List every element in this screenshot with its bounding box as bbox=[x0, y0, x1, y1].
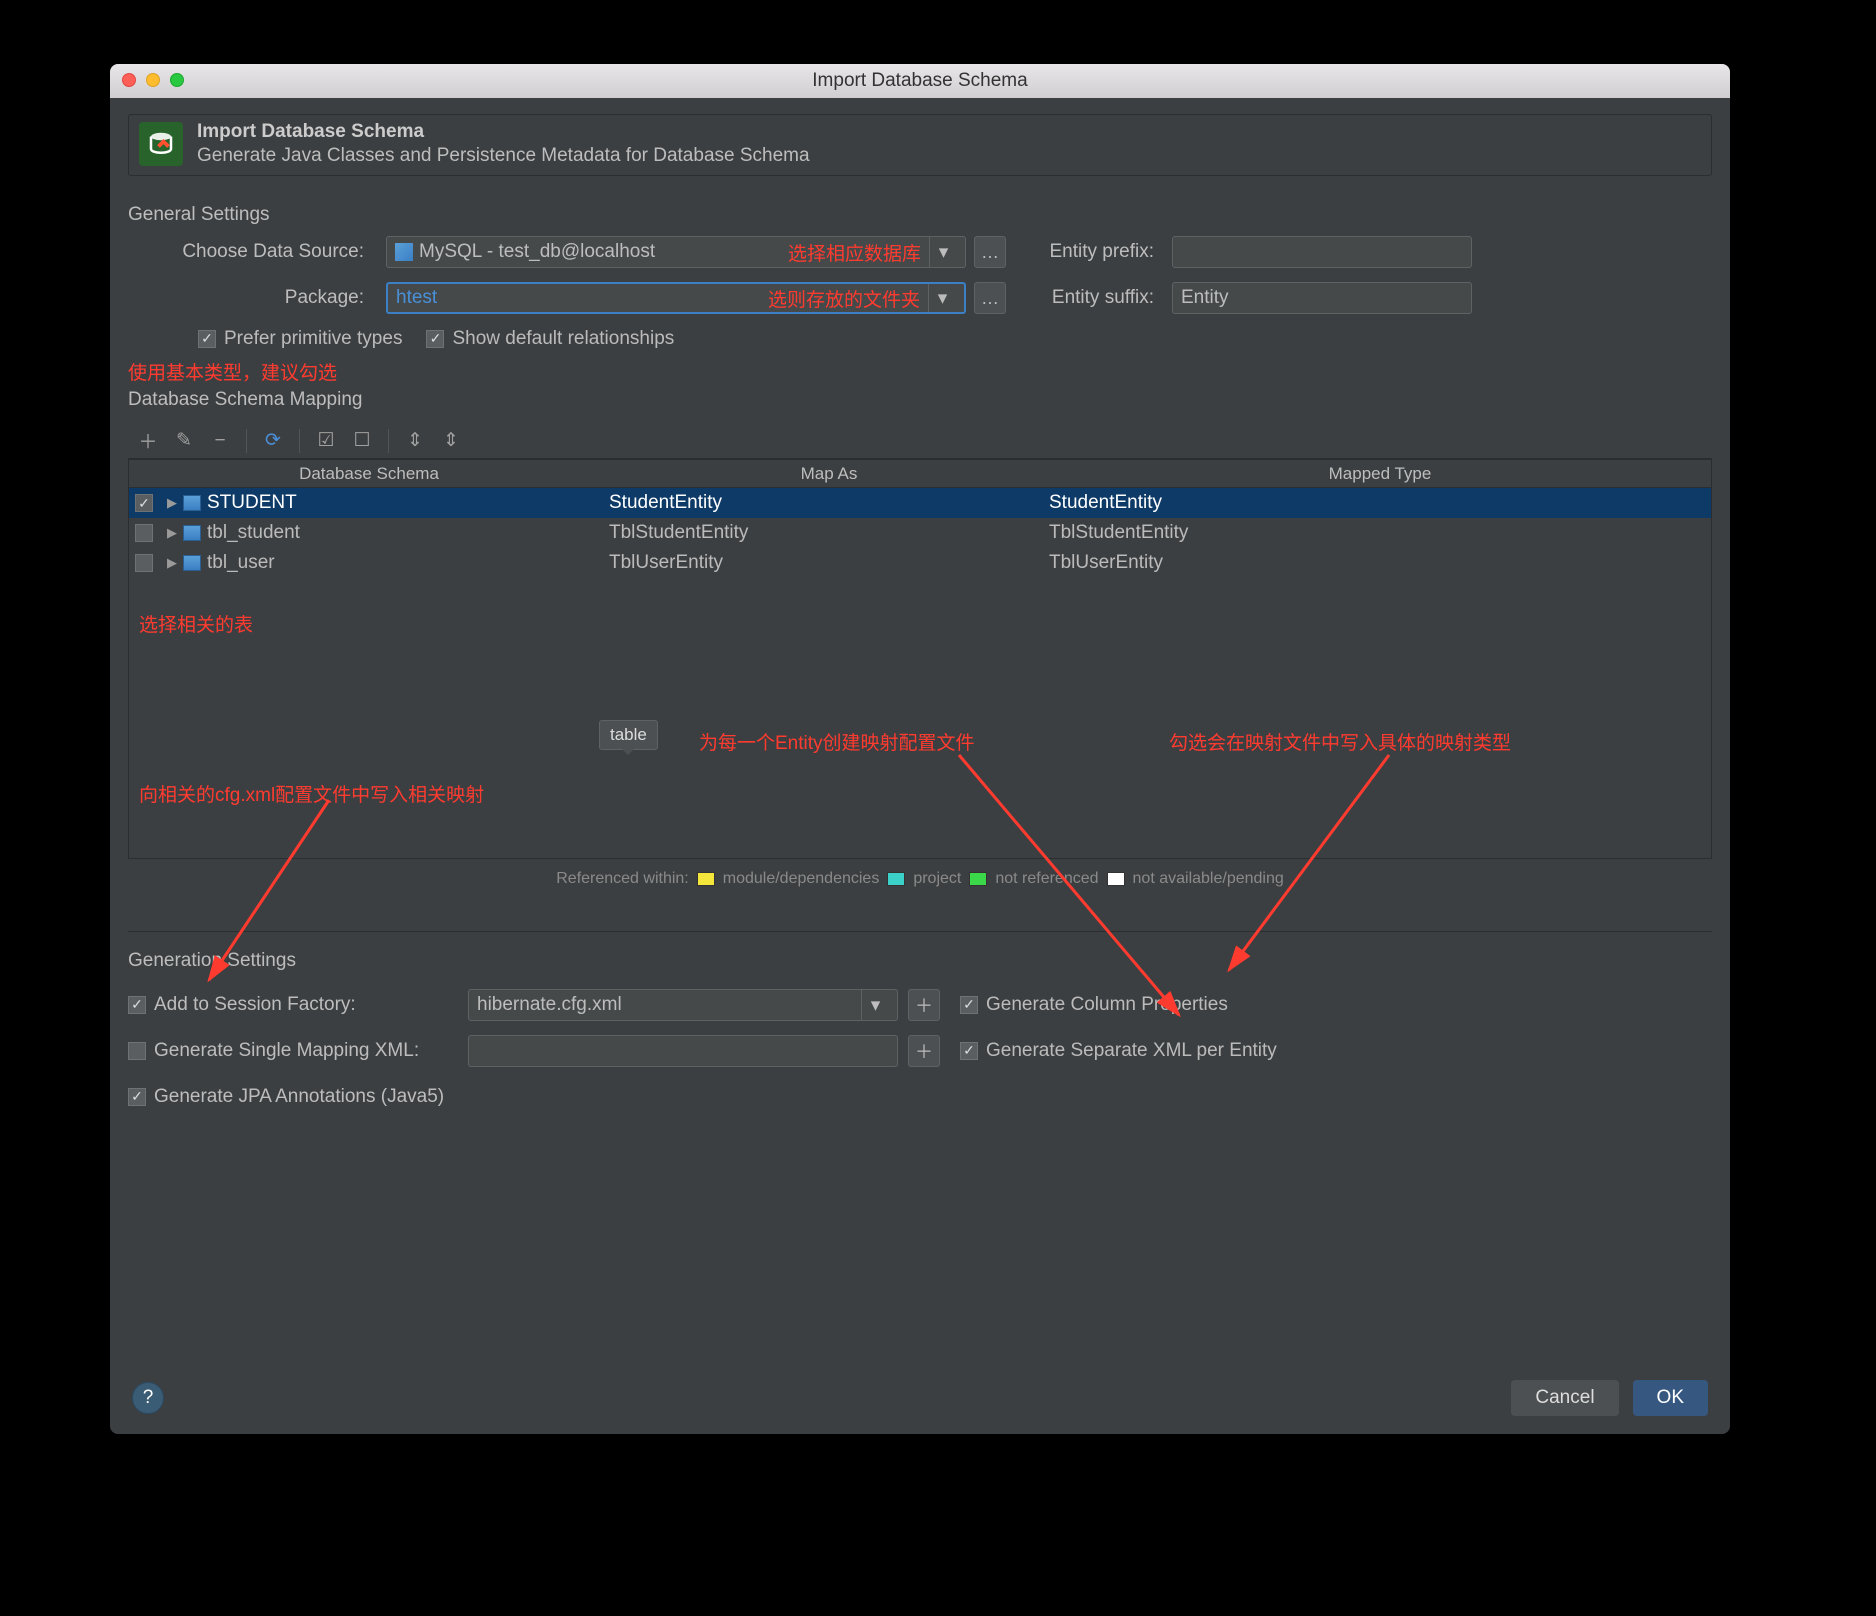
browse-datasource-button[interactable]: … bbox=[974, 236, 1006, 268]
col-mapas[interactable]: Map As bbox=[609, 464, 1049, 484]
entity-suffix-label: Entity suffix: bbox=[1014, 287, 1164, 309]
show-default-rel-checkbox[interactable]: Show default relationships bbox=[426, 328, 674, 350]
data-source-label: Choose Data Source: bbox=[128, 241, 378, 263]
package-value: htest bbox=[396, 287, 768, 309]
table-row[interactable]: ▶STUDENT StudentEntity StudentEntity bbox=[129, 488, 1711, 518]
checkbox-icon bbox=[128, 996, 146, 1014]
schema-table: Database Schema Map As Mapped Type ▶STUD… bbox=[128, 459, 1712, 859]
table-tooltip: table bbox=[599, 720, 658, 750]
database-import-icon bbox=[139, 122, 183, 166]
collapse-icon[interactable]: ⇕ bbox=[437, 427, 465, 455]
ok-button[interactable]: OK bbox=[1633, 1380, 1708, 1416]
expand-triangle-icon[interactable]: ▶ bbox=[167, 555, 177, 571]
single-xml-plus-button[interactable]: ＋ bbox=[908, 1035, 940, 1067]
general-settings-label: General Settings bbox=[128, 204, 1730, 226]
chevron-down-icon[interactable]: ▾ bbox=[928, 284, 956, 312]
row-checkbox[interactable] bbox=[135, 524, 153, 542]
checkbox-icon bbox=[128, 1088, 146, 1106]
row-checkbox[interactable] bbox=[135, 494, 153, 512]
prefer-primitive-checkbox[interactable]: Prefer primitive types bbox=[198, 328, 402, 350]
single-xml-input[interactable] bbox=[468, 1035, 898, 1067]
general-settings-form: Choose Data Source: MySQL - test_db@loca… bbox=[128, 236, 1712, 350]
data-source-value: MySQL - test_db@localhost bbox=[419, 241, 788, 263]
table-icon bbox=[183, 525, 201, 541]
deselect-all-icon[interactable]: ☐ bbox=[348, 427, 376, 455]
select-all-icon[interactable]: ☑ bbox=[312, 427, 340, 455]
browse-package-button[interactable]: … bbox=[974, 282, 1006, 314]
data-source-annotation: 选择相应数据库 bbox=[788, 239, 921, 266]
cfg-annotation: 向相关的cfg.xml配置文件中写入相关映射 bbox=[139, 780, 484, 807]
entity-prefix-input[interactable] bbox=[1172, 236, 1472, 268]
checkbox-icon bbox=[960, 996, 978, 1014]
package-annotation: 选则存放的文件夹 bbox=[768, 285, 920, 312]
add-session-plus-button[interactable]: ＋ bbox=[908, 989, 940, 1021]
checkbox-icon bbox=[426, 330, 444, 348]
primitive-annotation: 使用基本类型，建议勾选 bbox=[128, 358, 1730, 385]
zoom-icon[interactable] bbox=[170, 73, 184, 87]
expand-triangle-icon[interactable]: ▶ bbox=[167, 495, 177, 511]
jpa-annotations-checkbox[interactable]: Generate JPA Annotations (Java5) bbox=[128, 1086, 444, 1108]
close-icon[interactable] bbox=[122, 73, 136, 87]
gen-col-props-checkbox[interactable]: Generate Column Properties bbox=[960, 994, 1228, 1016]
checkbox-icon bbox=[128, 1042, 146, 1060]
session-factory-combo[interactable]: hibernate.cfg.xml ▾ bbox=[468, 989, 898, 1021]
add-session-checkbox[interactable]: Add to Session Factory: bbox=[128, 994, 356, 1016]
checkbox-icon bbox=[960, 1042, 978, 1060]
expand-icon[interactable]: ⇕ bbox=[401, 427, 429, 455]
entity-suffix-input[interactable]: Entity bbox=[1172, 282, 1472, 314]
col-schema[interactable]: Database Schema bbox=[129, 464, 609, 484]
generation-settings-form: Add to Session Factory: hibernate.cfg.xm… bbox=[128, 982, 1712, 1120]
titlebar: Import Database Schema bbox=[110, 64, 1730, 98]
dialog-title: Import Database Schema bbox=[197, 121, 810, 143]
window-controls bbox=[122, 73, 184, 87]
dialog-window: Import Database Schema Import Database S… bbox=[110, 64, 1730, 1434]
col-mappedtype[interactable]: Mapped Type bbox=[1049, 464, 1711, 484]
sep-xml-checkbox[interactable]: Generate Separate XML per Entity bbox=[960, 1040, 1277, 1062]
swatch-module-icon bbox=[697, 872, 715, 886]
minimize-icon[interactable] bbox=[146, 73, 160, 87]
per-entity-annotation: 为每一个Entity创建映射配置文件 bbox=[699, 728, 975, 755]
dialog-header: Import Database Schema Generate Java Cla… bbox=[128, 114, 1712, 176]
row-checkbox[interactable] bbox=[135, 554, 153, 572]
swatch-project-icon bbox=[887, 872, 905, 886]
package-label: Package: bbox=[128, 287, 378, 309]
table-icon bbox=[183, 495, 201, 511]
table-header: Database Schema Map As Mapped Type bbox=[129, 460, 1711, 488]
table-row[interactable]: ▶tbl_user TblUserEntity TblUserEntity bbox=[129, 548, 1711, 578]
select-tables-annotation: 选择相关的表 bbox=[139, 610, 253, 637]
reference-legend: Referenced within: module/dependencies p… bbox=[128, 865, 1712, 893]
table-row[interactable]: ▶tbl_student TblStudentEntity TblStudent… bbox=[129, 518, 1711, 548]
entity-prefix-label: Entity prefix: bbox=[1014, 241, 1164, 263]
data-source-combo[interactable]: MySQL - test_db@localhost 选择相应数据库 ▾ bbox=[386, 236, 966, 268]
refresh-icon[interactable]: ⟳ bbox=[259, 427, 287, 455]
expand-triangle-icon[interactable]: ▶ bbox=[167, 525, 177, 541]
single-xml-checkbox[interactable]: Generate Single Mapping XML: bbox=[128, 1040, 419, 1062]
datasource-icon bbox=[395, 243, 413, 261]
schema-mapping-label: Database Schema Mapping bbox=[128, 389, 1730, 411]
checkbox-icon bbox=[198, 330, 216, 348]
package-combo[interactable]: htest 选则存放的文件夹 ▾ bbox=[386, 282, 966, 314]
edit-icon[interactable]: ✎ bbox=[170, 427, 198, 455]
cancel-button[interactable]: Cancel bbox=[1511, 1380, 1618, 1416]
table-icon bbox=[183, 555, 201, 571]
remove-icon[interactable]: − bbox=[206, 427, 234, 455]
swatch-na-icon bbox=[1107, 872, 1125, 886]
chevron-down-icon[interactable]: ▾ bbox=[861, 990, 889, 1020]
mapping-type-annotation: 勾选会在映射文件中写入具体的映射类型 bbox=[1169, 728, 1511, 755]
window-title: Import Database Schema bbox=[812, 70, 1027, 92]
generation-settings-label: Generation Settings bbox=[128, 950, 1730, 972]
add-icon[interactable]: ＋ bbox=[134, 427, 162, 455]
mapping-toolbar: ＋ ✎ − ⟳ ☑ ☐ ⇕ ⇕ bbox=[128, 423, 1712, 459]
dialog-subtitle: Generate Java Classes and Persistence Me… bbox=[197, 145, 810, 167]
chevron-down-icon[interactable]: ▾ bbox=[929, 237, 957, 267]
swatch-notref-icon bbox=[969, 872, 987, 886]
